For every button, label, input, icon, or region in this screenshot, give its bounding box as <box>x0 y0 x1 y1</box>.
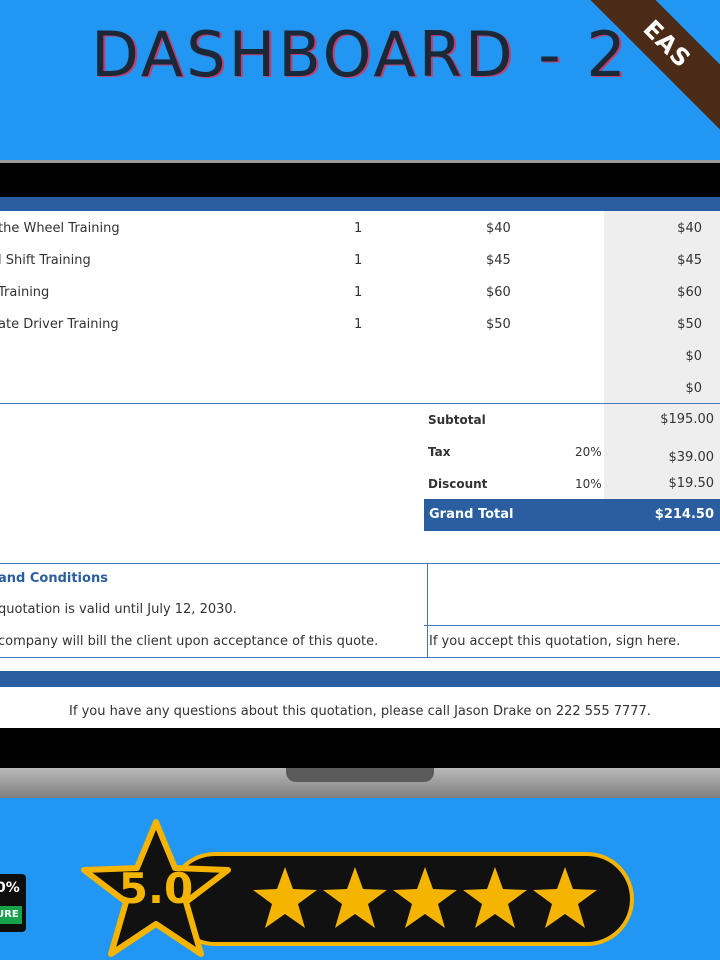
grand-total-value: $214.50 <box>654 507 714 522</box>
signature-divider <box>424 625 720 626</box>
guarantee-badge: 0% URE <box>0 874 26 932</box>
item-name: l Shift Training <box>0 253 91 268</box>
table-row: Training 1 $60 $60 <box>0 285 720 305</box>
star-icon <box>463 867 527 928</box>
table-row: l Shift Training 1 $45 $45 <box>0 253 720 273</box>
star-icon <box>253 867 317 928</box>
terms-line-1: quotation is valid until July 12, 2030. <box>0 602 237 617</box>
item-total: $0 <box>685 349 702 364</box>
item-qty: 1 <box>354 221 363 236</box>
tax-label: Tax <box>428 445 451 459</box>
item-total: $50 <box>677 317 702 332</box>
table-row: $0 <box>0 381 720 401</box>
table-row: the Wheel Training 1 $40 $40 <box>0 221 720 241</box>
quotation-sheet: the Wheel Training 1 $40 $40 l Shift Tra… <box>0 197 720 728</box>
item-rate: $40 <box>486 221 511 236</box>
discount-value: $19.50 <box>668 476 715 491</box>
table-row: ate Driver Training 1 $50 $50 <box>0 317 720 337</box>
grand-total-label: Grand Total <box>429 507 514 522</box>
table-row: $0 <box>0 349 720 369</box>
item-qty: 1 <box>354 285 363 300</box>
star-row <box>253 867 597 928</box>
footer-contact: If you have any questions about this quo… <box>69 704 651 719</box>
item-total: $0 <box>685 381 702 396</box>
item-rate: $50 <box>486 317 511 332</box>
subtotal-value: $195.00 <box>660 412 714 427</box>
item-total: $45 <box>677 253 702 268</box>
footer-bar <box>0 671 720 687</box>
item-qty: 1 <box>354 317 363 332</box>
grand-total-bar: Grand Total $214.50 <box>424 499 720 531</box>
terms-title: and Conditions <box>0 571 108 586</box>
laptop-notch <box>286 768 434 782</box>
discount-label: Discount <box>428 477 488 491</box>
item-qty: 1 <box>354 253 363 268</box>
star-icon <box>393 867 457 928</box>
item-name: Training <box>0 285 50 300</box>
tax-percent: 20% <box>575 445 602 459</box>
badge-percent: 0% <box>0 880 20 896</box>
star-icon <box>533 867 597 928</box>
item-name: ate Driver Training <box>0 317 119 332</box>
item-name: the Wheel Training <box>0 221 120 236</box>
page-title: DASHBOARD - 2 <box>91 18 629 91</box>
item-rate: $60 <box>486 285 511 300</box>
discount-percent: 10% <box>575 477 602 491</box>
subtotal-label: Subtotal <box>428 413 486 427</box>
item-total: $40 <box>677 221 702 236</box>
badge-label: URE <box>0 906 22 924</box>
rating-score: 5.0 <box>118 864 194 913</box>
terms-line-2: company will bill the client upon accept… <box>0 634 379 649</box>
signature-prompt: If you accept this quotation, sign here. <box>429 634 681 649</box>
item-rate: $45 <box>486 253 511 268</box>
star-icon <box>323 867 387 928</box>
item-total: $60 <box>677 285 702 300</box>
tax-value: $39.00 <box>668 450 715 465</box>
table-header-bar <box>0 197 720 211</box>
